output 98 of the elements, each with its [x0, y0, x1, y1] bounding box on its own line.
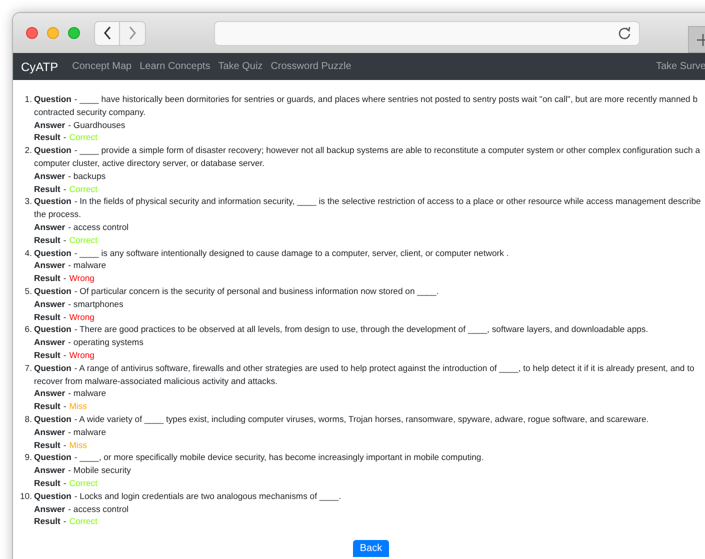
close-button[interactable] [26, 27, 38, 39]
item-number: 8. [24, 412, 33, 426]
result-dash: - [63, 234, 66, 247]
item-number: 6. [24, 323, 33, 336]
item-number: 3. [24, 195, 33, 208]
result-dash: - [63, 476, 66, 490]
question-text: computer cluster, active directory server, or database server. [34, 156, 265, 170]
result-status: Correct [69, 234, 98, 247]
question-label: Question [34, 451, 72, 464]
item-number: 10. [19, 490, 33, 503]
result-dash: - [63, 438, 66, 452]
question-label: Question [34, 323, 72, 336]
result-dash: - [63, 515, 66, 528]
question-label: Question [34, 490, 72, 502]
result-dash: - [63, 348, 66, 362]
question-text: contracted security company. [34, 106, 146, 119]
brand-link[interactable]: CyATP [21, 58, 58, 76]
result-status: Correct [69, 515, 98, 528]
result-dash: - [63, 272, 66, 285]
result-label: Result [34, 348, 60, 362]
result-label: Result [34, 515, 60, 528]
question-text: - ____ is any software intentionally designed to cause damage to a computer, server, client, or computer network . [74, 246, 509, 260]
question-text: - A wide variety of ____ types exist, including computer viruses, worms, Trojan horses, ransomware, spyware, adware, rogue software, and scareware. [74, 412, 649, 426]
result-dash: - [63, 310, 66, 324]
result-label: Result [34, 400, 60, 413]
item-number: 1. [24, 93, 33, 106]
question-label: Question [34, 93, 72, 106]
question-text: - Of particular concern is the security of personal and business information now stored on ____. [74, 284, 439, 298]
answer-text: - smartphones [68, 298, 124, 311]
answer-label: Answer [34, 220, 66, 234]
question-label: Question [34, 144, 72, 157]
result-status: Correct [69, 182, 98, 196]
chevron-right-icon [128, 26, 137, 40]
address-field[interactable] [214, 20, 640, 46]
answer-label: Answer [34, 464, 66, 477]
question-text: - In the fields of physical security and information security, ____ is the selective restriction of access to a place or other resource while access management describe [74, 195, 701, 208]
answer-text: - malware [68, 426, 106, 439]
answer-text: - backups [68, 170, 106, 183]
question-text: - ____ have historically been dormitories for sentries or guards, and places where sentries not posted to sentry posts wait "on call", but are more recently manned b [74, 93, 698, 106]
answer-label: Answer [34, 426, 66, 439]
item-number: 4. [24, 246, 33, 260]
question-text: - Locks and login credentials are two analogous mechanisms of ____. [74, 490, 341, 502]
answer-label: Answer [34, 387, 66, 400]
result-status: Wrong [69, 272, 94, 285]
question-label: Question [34, 362, 72, 375]
question-label: Question [34, 195, 72, 208]
zoom-button[interactable] [68, 27, 80, 39]
result-label: Result [34, 234, 60, 247]
item-number: 7. [24, 362, 33, 375]
result-label: Result [34, 131, 60, 144]
result-status: Wrong [69, 310, 94, 324]
item-number: 2. [24, 144, 33, 158]
result-label: Result [34, 438, 60, 452]
item-number: 5. [24, 284, 33, 298]
back-nav-button[interactable] [94, 20, 120, 46]
question-label: Question [34, 284, 72, 298]
answer-label: Answer [34, 118, 66, 132]
result-label: Result [34, 182, 60, 196]
reload-icon[interactable] [618, 26, 631, 40]
question-text: - ____, or more specifically mobile device security, has become increasingly important in mobile computing. [74, 451, 484, 464]
question-text: - A range of antivirus software, firewalls and other strategies are used to help protect against the introduction of ____, to help detect it if it is already present, and to [74, 362, 694, 375]
back-button[interactable]: Back [352, 540, 390, 558]
result-status: Correct [69, 476, 98, 490]
result-label: Result [34, 310, 60, 324]
result-status: Miss [69, 400, 87, 413]
result-status: Correct [69, 131, 98, 144]
nav-link[interactable]: Concept Map [72, 59, 132, 74]
question-text: the process. [34, 208, 81, 221]
nav-link[interactable]: Take Quiz [218, 59, 263, 74]
result-status: Wrong [69, 348, 94, 362]
result-dash: - [63, 182, 66, 196]
question-text: recover from malware-associated malicious activity and attacks. [34, 374, 278, 388]
question-label: Question [34, 246, 72, 260]
result-label: Result [34, 272, 60, 285]
result-label: Result [34, 476, 60, 490]
answer-text: - Guardhouses [68, 118, 126, 132]
result-dash: - [63, 400, 66, 413]
result-status: Miss [69, 438, 87, 452]
answer-text: - Mobile security [68, 464, 131, 477]
item-number: 9. [24, 451, 33, 464]
answer-text: - operating systems [68, 336, 144, 349]
answer-text: - access control [68, 220, 129, 234]
answer-label: Answer [34, 170, 66, 183]
answer-label: Answer [34, 502, 66, 516]
answer-text: - malware [68, 259, 106, 272]
minimize-button[interactable] [47, 27, 59, 39]
answer-label: Answer [34, 298, 66, 311]
nav-link[interactable]: Crossword Puzzle [270, 59, 352, 74]
question-text: - ____ provide a simple form of disaster recovery; however not all backup systems are able to reconstitute a computer system or other complex configuration such a [74, 144, 700, 157]
answer-text: - malware [68, 387, 106, 400]
nav-link[interactable]: Learn Concepts [140, 59, 210, 74]
answer-label: Answer [34, 259, 66, 272]
question-text: - There are good practices to be observed at all levels, from design to use, through the development of ____, software layers, and downloadable apps. [74, 323, 648, 336]
result-dash: - [63, 131, 66, 144]
question-label: Question [34, 412, 72, 426]
answer-text: - access control [68, 502, 129, 516]
answer-label: Answer [34, 336, 66, 349]
chevron-left-icon [102, 26, 112, 40]
